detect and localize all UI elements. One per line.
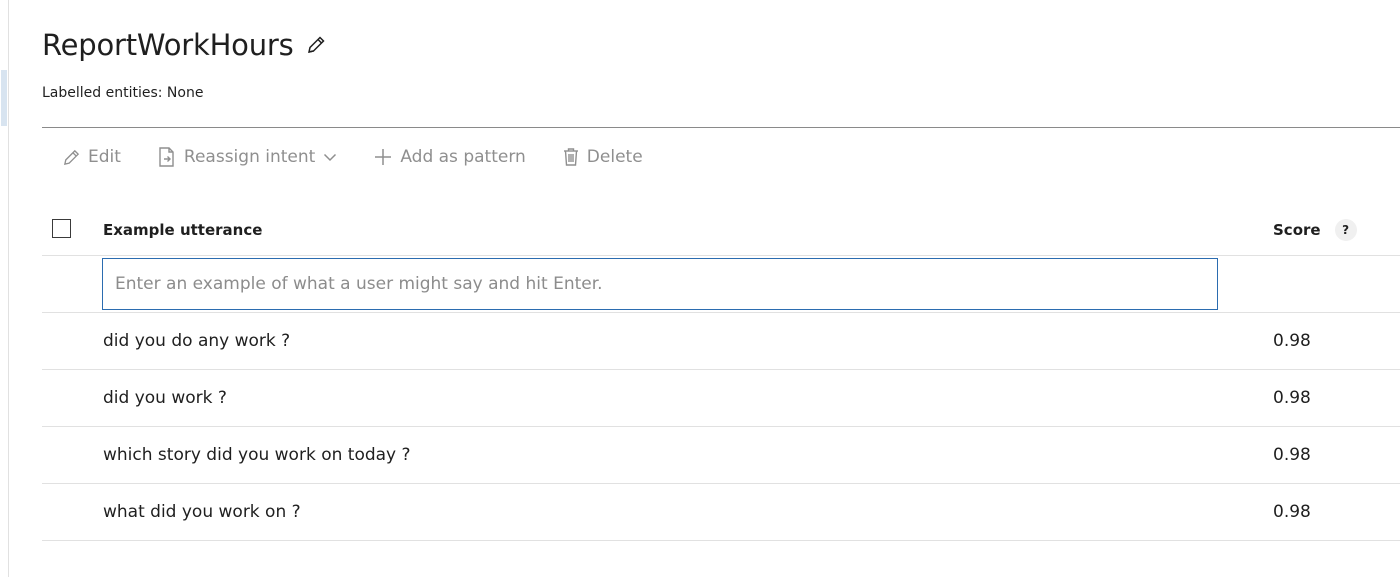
pencil-icon: [63, 149, 80, 165]
new-utterance-row: [42, 256, 1400, 313]
utterance-score: 0.98: [1273, 502, 1311, 522]
table-row[interactable]: did you work ? 0.98: [42, 370, 1400, 427]
left-panel-edge: [0, 0, 9, 577]
intent-title: ReportWorkHours: [42, 28, 294, 62]
delete-button-label: Delete: [586, 147, 643, 167]
utterance-text: did you work ?: [103, 388, 227, 408]
utterance-text: which story did you work on today ?: [103, 445, 411, 465]
utterance-text: did you do any work ?: [103, 331, 291, 351]
score-header-label: Score: [1273, 221, 1321, 239]
utterances-table: Example utterance Score ? did you do any…: [42, 200, 1400, 541]
delete-button[interactable]: Delete: [562, 147, 643, 167]
edit-button[interactable]: Edit: [62, 147, 121, 167]
table-header: Example utterance Score ?: [42, 200, 1400, 256]
intent-header: ReportWorkHours: [42, 28, 328, 62]
intent-page: ReportWorkHours Labelled entities: None …: [0, 0, 1400, 577]
utterance-score: 0.98: [1273, 331, 1311, 351]
column-header-utterance: Example utterance: [103, 221, 263, 239]
table-row[interactable]: which story did you work on today ? 0.98: [42, 427, 1400, 484]
document-arrow-icon: [159, 147, 174, 167]
utterance-input[interactable]: [102, 258, 1218, 310]
pencil-icon[interactable]: [304, 33, 328, 57]
utterance-score: 0.98: [1273, 445, 1311, 465]
left-panel-scroll-indicator: [1, 70, 7, 126]
reassign-intent-dropdown[interactable]: Reassign intent: [157, 146, 337, 168]
trash-icon: [563, 148, 578, 166]
plus-icon: [375, 149, 392, 165]
header-divider: [42, 127, 1400, 128]
chevron-down-icon: [324, 153, 337, 162]
utterance-score: 0.98: [1273, 388, 1311, 408]
add-as-pattern-label: Add as pattern: [400, 147, 526, 167]
utterance-text: what did you work on ?: [103, 502, 301, 522]
column-header-score: Score ?: [1273, 219, 1357, 241]
table-row[interactable]: did you do any work ? 0.98: [42, 313, 1400, 370]
utterance-toolbar: Edit Reassign intent Add as pattern Dele…: [62, 142, 679, 172]
edit-button-label: Edit: [88, 147, 121, 167]
add-as-pattern-button[interactable]: Add as pattern: [373, 147, 526, 167]
reassign-intent-label: Reassign intent: [183, 147, 316, 167]
table-row[interactable]: what did you work on ? 0.98: [42, 484, 1400, 541]
labelled-entities-text: Labelled entities: None: [42, 85, 204, 101]
select-all-checkbox[interactable]: [52, 219, 71, 238]
help-icon[interactable]: ?: [1334, 219, 1357, 241]
